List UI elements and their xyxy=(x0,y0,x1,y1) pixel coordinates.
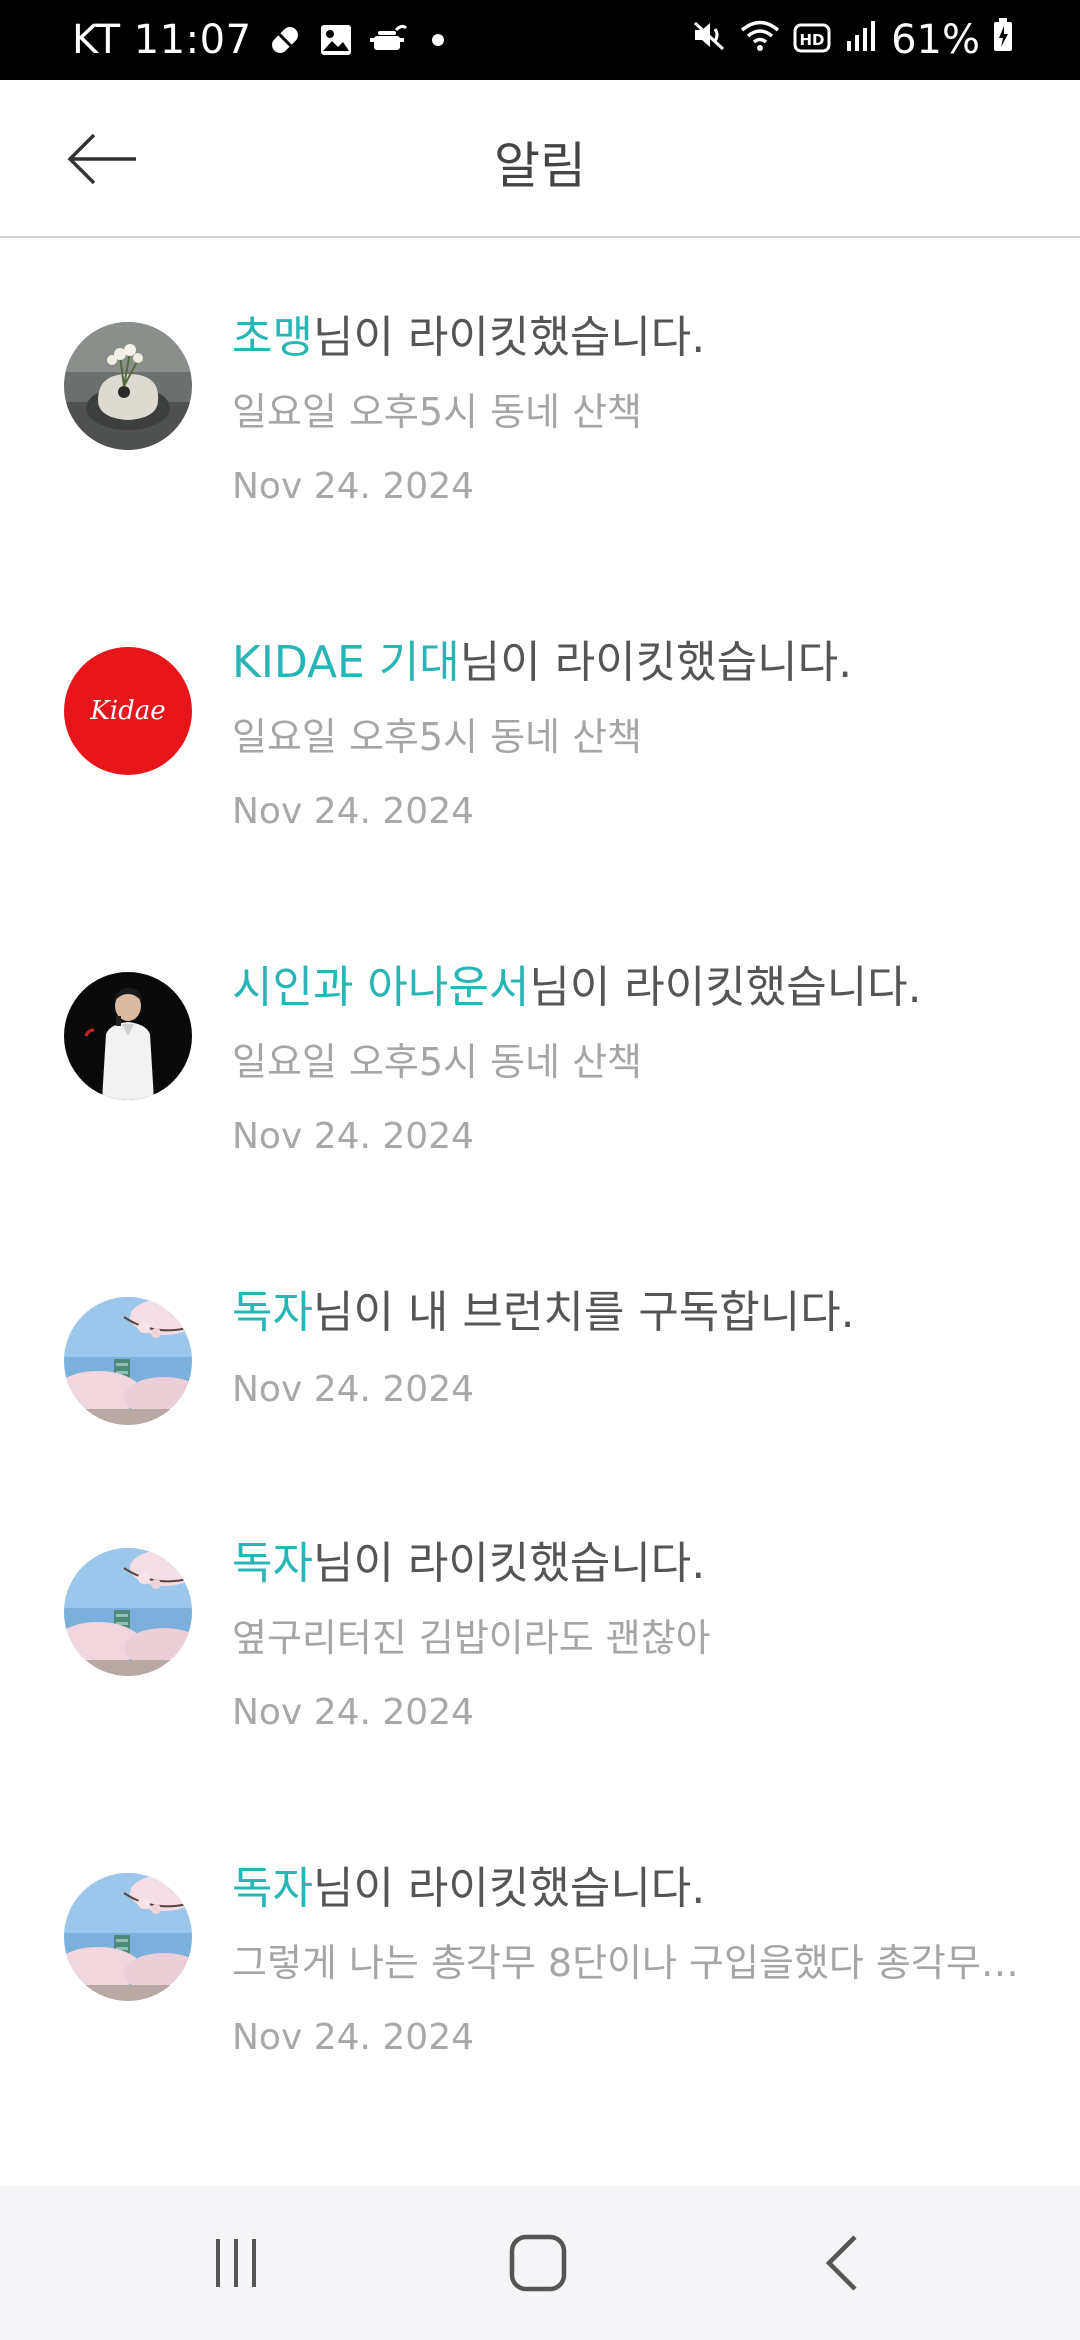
system-nav-bar xyxy=(0,2186,1080,2340)
cherry-blossom-photo xyxy=(64,1548,192,1676)
status-bar-right: HD 61% xyxy=(691,0,1014,80)
notification-date: Nov 24. 2024 xyxy=(232,1692,475,1733)
battery-percent: 61% xyxy=(891,17,980,63)
action-text: 님이 라이킷했습니다. xyxy=(312,1863,706,1914)
kidae-logo: Kidae xyxy=(64,647,192,775)
mute-icon xyxy=(691,17,727,63)
notification-message: 독자님이 라이킷했습니다. xyxy=(232,1536,1022,1592)
person-white-suit-photo xyxy=(64,972,192,1100)
actor-name[interactable]: 독자 xyxy=(232,1863,313,1914)
page-title: 알림 xyxy=(494,137,586,195)
post-title: 일요일 오후5시 동네 산책 xyxy=(232,390,643,434)
cherry-blossom-photo xyxy=(64,1873,192,2001)
actor-name[interactable]: 초맹 xyxy=(232,312,313,363)
avatar xyxy=(64,1297,192,1425)
avatar: Kidae xyxy=(64,647,192,775)
pill-icon xyxy=(266,21,304,59)
svg-text:HD: HD xyxy=(800,31,825,49)
action-text: 님이 라이킷했습니다. xyxy=(312,1538,706,1589)
avatar xyxy=(64,1548,192,1676)
notification-text: 시인과 아나운서님이 라이킷했습니다. 일요일 오후5시 동네 산책 Nov 2… xyxy=(232,960,1022,1160)
cherry-blossom-photo xyxy=(64,1297,192,1425)
notification-item[interactable]: 초맹님이 라이킷했습니다. 일요일 오후5시 동네 산책 Nov 24. 202… xyxy=(0,310,1080,560)
action-text: 님이 라이킷했습니다. xyxy=(312,312,706,363)
notification-message: 초맹님이 라이킷했습니다. xyxy=(232,310,1022,366)
notification-date: Nov 24. 2024 xyxy=(232,2017,475,2058)
status-bar: KT 11:07 HD 61% xyxy=(0,0,1080,80)
avatar xyxy=(64,1873,192,2001)
notification-message: 독자님이 라이킷했습니다. xyxy=(232,1861,1022,1917)
notification-text: 독자님이 라이킷했습니다. 옆구리터진 김밥이라도 괜찮아 Nov 24. 20… xyxy=(232,1536,1022,1736)
status-bar-left: KT 11:07 xyxy=(72,0,444,80)
nav-back-button[interactable] xyxy=(762,2186,922,2340)
actor-name[interactable]: KIDAE 기대 xyxy=(232,637,460,688)
carrier-time: KT 11:07 xyxy=(72,17,252,63)
post-title: 그렇게 나는 총각무 8단이나 구입을했다 총각무김치 담그기 xyxy=(232,1941,1022,1985)
notification-message: 시인과 아나운서님이 라이킷했습니다. xyxy=(232,960,1022,1016)
post-title: 옆구리터진 김밥이라도 괜찮아 xyxy=(232,1616,711,1660)
home-icon xyxy=(509,2234,567,2292)
avatar xyxy=(64,972,192,1100)
notification-item[interactable]: Kidae KIDAE 기대님이 라이킷했습니다. 일요일 오후5시 동네 산책… xyxy=(0,635,1080,885)
actor-name[interactable]: 독자 xyxy=(232,1538,313,1589)
recent-apps-button[interactable] xyxy=(156,2186,316,2340)
notification-item[interactable]: 독자님이 내 브런치를 구독합니다. Nov 24. 2024 xyxy=(0,1285,1080,1455)
notification-text: 독자님이 내 브런치를 구독합니다. Nov 24. 2024 xyxy=(232,1285,1022,1413)
flower-vase-photo xyxy=(64,322,192,450)
notifications-screen: KT 11:07 HD 61% 알림 초맹님이 라이킷했습니다. 일요일 오후5… xyxy=(0,0,1080,2340)
back-icon xyxy=(825,2235,857,2291)
notification-message: KIDAE 기대님이 라이킷했습니다. xyxy=(232,635,1022,691)
svg-text:Kidae: Kidae xyxy=(89,696,165,726)
notification-date: Nov 24. 2024 xyxy=(232,791,475,832)
notification-date: Nov 24. 2024 xyxy=(232,1116,475,1157)
avatar xyxy=(64,322,192,450)
notification-text: 독자님이 라이킷했습니다. 그렇게 나는 총각무 8단이나 구입을했다 총각무김… xyxy=(232,1861,1022,2061)
notification-text: KIDAE 기대님이 라이킷했습니다. 일요일 오후5시 동네 산책 Nov 2… xyxy=(232,635,1022,835)
notification-date: Nov 24. 2024 xyxy=(232,466,475,507)
image-icon xyxy=(318,22,354,58)
wifi-icon xyxy=(739,17,781,63)
hd-icon: HD xyxy=(793,17,831,63)
post-title: 일요일 오후5시 동네 산책 xyxy=(232,1040,643,1084)
notification-item[interactable]: 독자님이 라이킷했습니다. 옆구리터진 김밥이라도 괜찮아 Nov 24. 20… xyxy=(0,1536,1080,1786)
notification-message: 독자님이 내 브런치를 구독합니다. xyxy=(232,1285,1022,1341)
notification-item[interactable]: 독자님이 라이킷했습니다. 그렇게 나는 총각무 8단이나 구입을했다 총각무김… xyxy=(0,1861,1080,2111)
action-text: 님이 라이킷했습니다. xyxy=(529,962,922,1013)
notification-date: Nov 24. 2024 xyxy=(232,1369,475,1410)
pot-icon xyxy=(368,22,408,58)
notification-dot-icon xyxy=(431,34,444,46)
actor-name[interactable]: 독자 xyxy=(232,1287,313,1338)
recent-apps-icon xyxy=(216,2239,256,2287)
battery-icon xyxy=(992,17,1014,63)
notification-text: 초맹님이 라이킷했습니다. 일요일 오후5시 동네 산책 Nov 24. 202… xyxy=(232,310,1022,510)
notification-item[interactable]: 시인과 아나운서님이 라이킷했습니다. 일요일 오후5시 동네 산책 Nov 2… xyxy=(0,960,1080,1210)
actor-name[interactable]: 시인과 아나운서 xyxy=(232,962,529,1013)
signal-icon xyxy=(843,17,879,63)
post-title: 일요일 오후5시 동네 산책 xyxy=(232,715,643,759)
home-button[interactable] xyxy=(458,2186,618,2340)
app-header: 알림 xyxy=(0,80,1080,238)
action-text: 님이 라이킷했습니다. xyxy=(459,637,853,688)
action-text: 님이 내 브런치를 구독합니다. xyxy=(312,1287,855,1338)
